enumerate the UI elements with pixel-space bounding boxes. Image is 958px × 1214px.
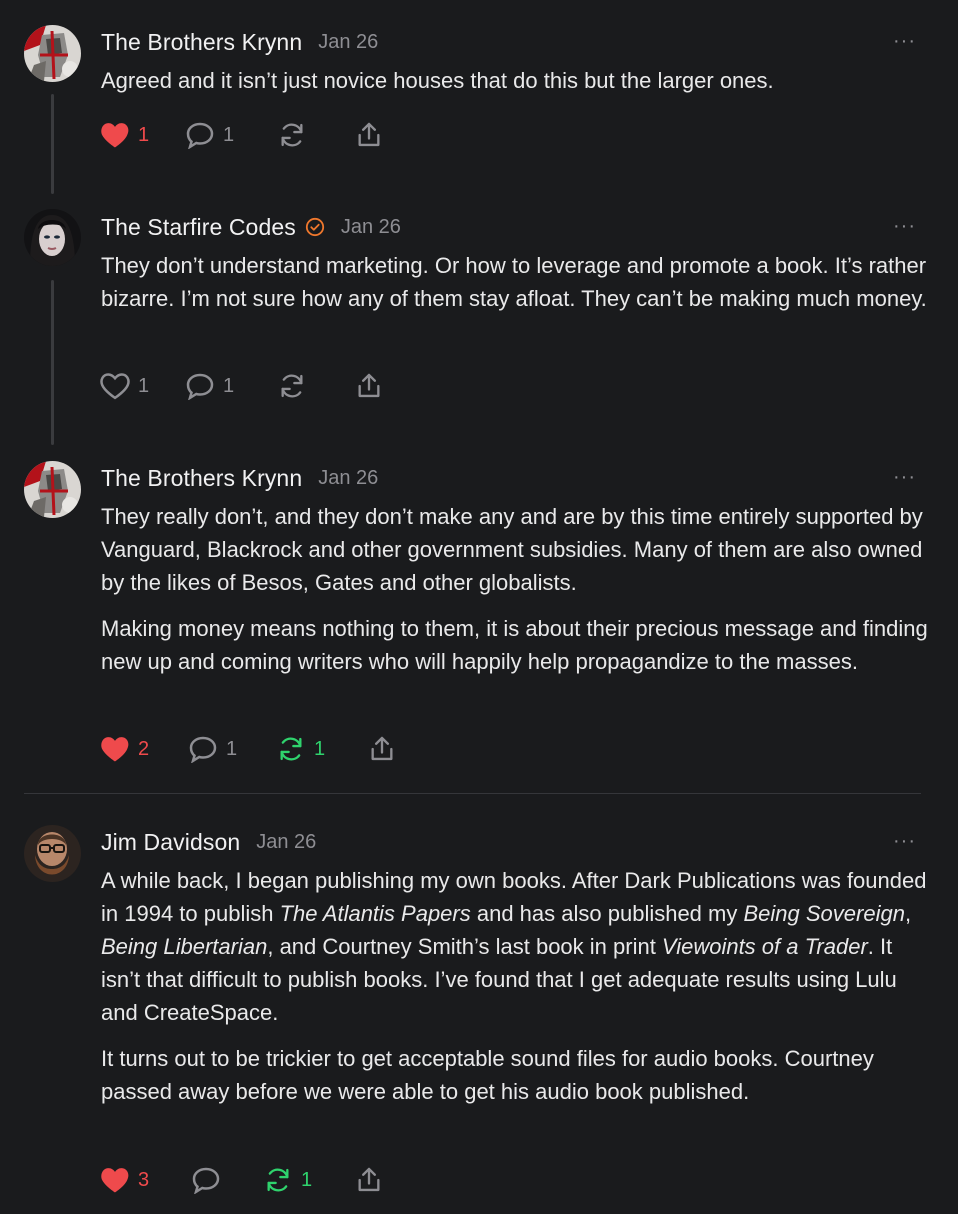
restack-icon: [267, 1168, 289, 1192]
divider: [24, 793, 921, 794]
comment-icon: [186, 122, 214, 149]
comment-date[interactable]: Jan 26: [256, 831, 316, 854]
comment-body: Agreed and it isn’t just novice houses t…: [101, 64, 931, 110]
comment-paragraph: It turns out to be trickier to get accep…: [101, 1042, 931, 1108]
comment-body: A while back, I began publishing my own …: [101, 864, 931, 1121]
share-button[interactable]: [354, 120, 384, 150]
share-icon: [358, 122, 380, 147]
comment-icon: [186, 373, 214, 400]
more-icon[interactable]: ···: [893, 216, 916, 236]
comment-body: They really don’t, and they don’t make a…: [101, 500, 931, 691]
share-button[interactable]: [367, 734, 397, 764]
heart-icon: [100, 373, 130, 400]
reply-button[interactable]: [191, 1165, 221, 1195]
comment-paragraph: A while back, I began publishing my own …: [101, 864, 931, 1029]
author-name[interactable]: The Brothers Krynn: [101, 29, 302, 56]
restack-icon: [281, 123, 303, 147]
like-count: 1: [138, 374, 150, 397]
comment-paragraph: Making money means nothing to them, it i…: [101, 616, 928, 674]
avatar[interactable]: [24, 25, 81, 82]
book-title: Being Sovereign: [743, 901, 905, 926]
more-icon[interactable]: ···: [893, 31, 916, 51]
share-icon: [371, 736, 393, 761]
verified-icon: [305, 217, 325, 237]
comment-icon: [189, 736, 217, 763]
share-icon: [358, 1167, 380, 1192]
restack-button[interactable]: [277, 371, 307, 401]
reply-button[interactable]: 1: [185, 120, 234, 150]
thread-line: [51, 280, 54, 445]
restack-button[interactable]: [277, 120, 307, 150]
reply-count: 1: [226, 737, 238, 760]
comment-icon: [192, 1167, 220, 1194]
text-run: It turns out to be trickier to get accep…: [101, 1046, 874, 1104]
like-count: 2: [138, 737, 150, 760]
comment-header: The Brothers Krynn Jan 26: [101, 463, 378, 493]
reply-count: 1: [223, 374, 235, 397]
book-title: Being Libertarian: [101, 934, 268, 959]
comment-date[interactable]: Jan 26: [318, 467, 378, 490]
author-name[interactable]: The Brothers Krynn: [101, 465, 302, 492]
comment-paragraph: They really don’t, and they don’t make a…: [101, 504, 923, 595]
restack-count: 1: [314, 737, 326, 760]
thread-line: [51, 94, 54, 194]
reply-count: 1: [223, 123, 235, 146]
avatar[interactable]: [24, 461, 81, 518]
restack-icon: [280, 737, 302, 761]
restack-button[interactable]: 1: [263, 1165, 312, 1195]
text-run: and has also published my: [470, 901, 744, 926]
more-icon[interactable]: ···: [893, 831, 916, 851]
restack-count: 1: [301, 1168, 313, 1191]
comment-header: The Starfire Codes Jan 26: [101, 212, 401, 242]
book-title: The Atlantis Papers: [279, 901, 471, 926]
more-icon[interactable]: ···: [893, 467, 916, 487]
comment-paragraph: Agreed and it isn’t just novice houses t…: [101, 68, 774, 93]
comment-paragraph: They don’t understand marketing. Or how …: [101, 253, 927, 311]
avatar[interactable]: [24, 209, 81, 266]
heart-icon: [101, 1168, 129, 1193]
text-run: ,: [904, 901, 912, 926]
restack-icon: [281, 374, 303, 398]
share-button[interactable]: [354, 371, 384, 401]
like-count: 1: [138, 123, 150, 146]
like-button[interactable]: 1: [100, 120, 149, 150]
author-name[interactable]: The Starfire Codes: [101, 214, 296, 241]
heart-icon: [101, 123, 129, 148]
comment-header: The Brothers Krynn Jan 26: [101, 27, 378, 57]
comment-date[interactable]: Jan 26: [318, 31, 378, 54]
comment-date[interactable]: Jan 26: [341, 216, 401, 239]
restack-button[interactable]: 1: [276, 734, 325, 764]
avatar[interactable]: [24, 825, 81, 882]
text-run: , and Courtney Smith’s last book in prin…: [267, 934, 662, 959]
reply-button[interactable]: 1: [185, 371, 234, 401]
like-button[interactable]: 3: [100, 1165, 149, 1195]
like-count: 3: [138, 1168, 150, 1191]
comment-header: Jim Davidson Jan 26: [101, 827, 316, 857]
author-name[interactable]: Jim Davidson: [101, 829, 240, 856]
reply-button[interactable]: 1: [188, 734, 237, 764]
comment-body: They don’t understand marketing. Or how …: [101, 249, 931, 328]
like-button[interactable]: 1: [100, 371, 149, 401]
book-title: Viewoints of a Trader: [661, 934, 868, 959]
heart-icon: [101, 737, 129, 762]
like-button[interactable]: 2: [100, 734, 149, 764]
share-icon: [358, 373, 380, 398]
share-button[interactable]: [354, 1165, 384, 1195]
